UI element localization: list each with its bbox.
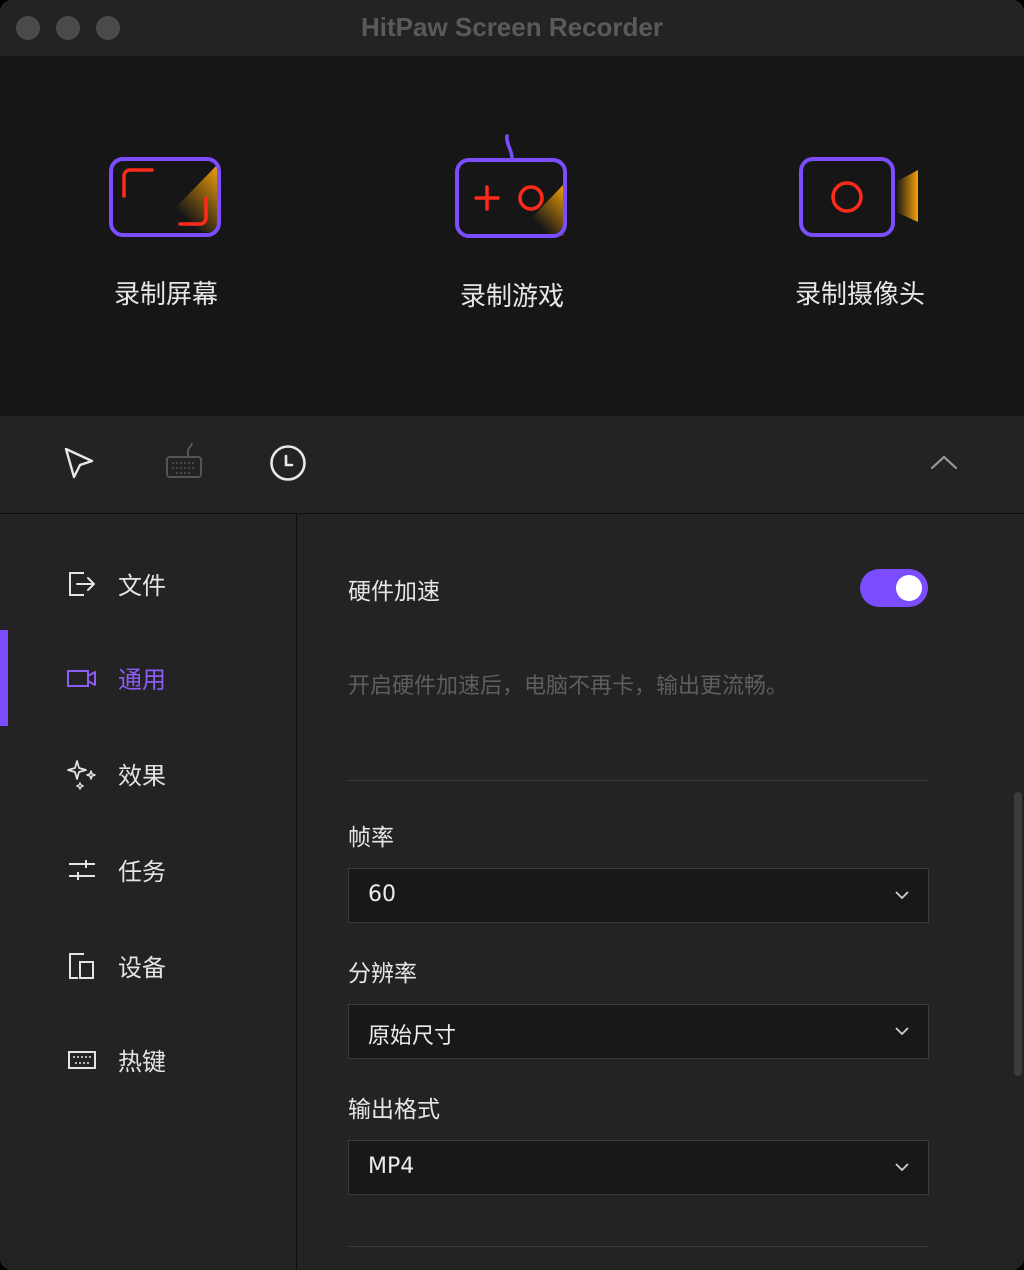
export-icon [69,572,95,596]
keyboard-icon [166,442,202,478]
output-format-select[interactable]: MP4 [348,1140,929,1195]
settings-scrollbar[interactable] [1014,792,1022,1076]
sidebar-item-label: 设备 [118,954,166,982]
record-webcam-button[interactable]: 录制摄像头 [730,156,990,311]
chevron-down-icon [895,1163,909,1172]
sidebar-item-file[interactable]: 文件 [0,536,296,632]
screen-record-icon [109,157,221,237]
section-divider [348,1246,928,1247]
chevron-down-icon [895,891,909,900]
sidebar-item-tasks[interactable]: 任务 [0,822,296,918]
record-game-label: 录制游戏 [459,282,564,312]
toggle-knob [896,575,922,601]
sidebar-item-general[interactable]: 通用 [0,630,296,726]
sidebar-item-hotkeys[interactable]: 热键 [0,1012,296,1108]
settings-sidebar: 文件 通用 效果 任务 设备 热键 [0,514,297,1270]
frame-rate-select[interactable]: 60 [348,868,929,923]
record-webcam-label: 录制摄像头 [794,280,925,310]
hardware-accel-label: 硬件加速 [348,579,440,605]
toolbar [0,416,1024,514]
sidebar-item-label: 任务 [118,858,166,886]
output-format-value: MP4 [368,1154,415,1179]
sidebar-item-label: 热键 [118,1048,166,1076]
window-title: HitPaw Screen Recorder [360,12,663,42]
section-divider [348,780,928,781]
hardware-accel-toggle[interactable] [860,569,928,607]
chevron-down-icon [895,1027,909,1036]
frame-rate-value: 60 [368,882,396,907]
cursor-icon [64,447,94,479]
devices-icon [69,953,94,979]
keyboard-tool-button[interactable] [164,442,204,487]
chevron-up-icon [930,455,958,470]
output-format-label: 输出格式 [348,1097,440,1123]
game-record-icon [455,134,567,238]
recording-modes-panel: 录制屏幕 录制游戏 录制摄像头 [0,56,1024,416]
webcam-record-icon [799,157,918,237]
resolution-select[interactable]: 原始尺寸 [348,1004,929,1059]
frame-rate-label: 帧率 [348,825,394,851]
record-screen-label: 录制屏幕 [113,280,218,310]
app-window: HitPaw Screen Recorder 录制屏幕 录制游戏 录制摄像头 文… [0,0,1024,1270]
keyboard-icon [68,1051,96,1069]
sparkle-icon [67,760,96,790]
sidebar-item-label: 效果 [118,762,166,790]
resolution-value: 原始尺寸 [368,1024,457,1049]
collapse-panel-button[interactable] [928,452,960,476]
cursor-tool-button[interactable] [62,443,96,487]
video-camera-icon [67,670,96,687]
sidebar-item-label: 文件 [118,572,166,600]
record-screen-button[interactable]: 录制屏幕 [36,156,296,311]
sliders-icon [69,860,95,880]
record-game-button[interactable]: 录制游戏 [382,134,642,313]
general-settings-panel: 硬件加速 开启硬件加速后，电脑不再卡，输出更流畅。 帧率 60 分辨率 原始尺寸… [298,514,1024,1270]
hardware-accel-hint: 开启硬件加速后，电脑不再卡，输出更流畅。 [348,674,789,699]
title-bar: HitPaw Screen Recorder [0,0,1024,56]
clock-icon [270,445,306,481]
sidebar-item-effects[interactable]: 效果 [0,726,296,822]
sidebar-item-devices[interactable]: 设备 [0,918,296,1014]
scheduled-task-button[interactable] [268,443,308,487]
sidebar-item-label: 通用 [118,666,166,694]
resolution-label: 分辨率 [348,961,417,987]
